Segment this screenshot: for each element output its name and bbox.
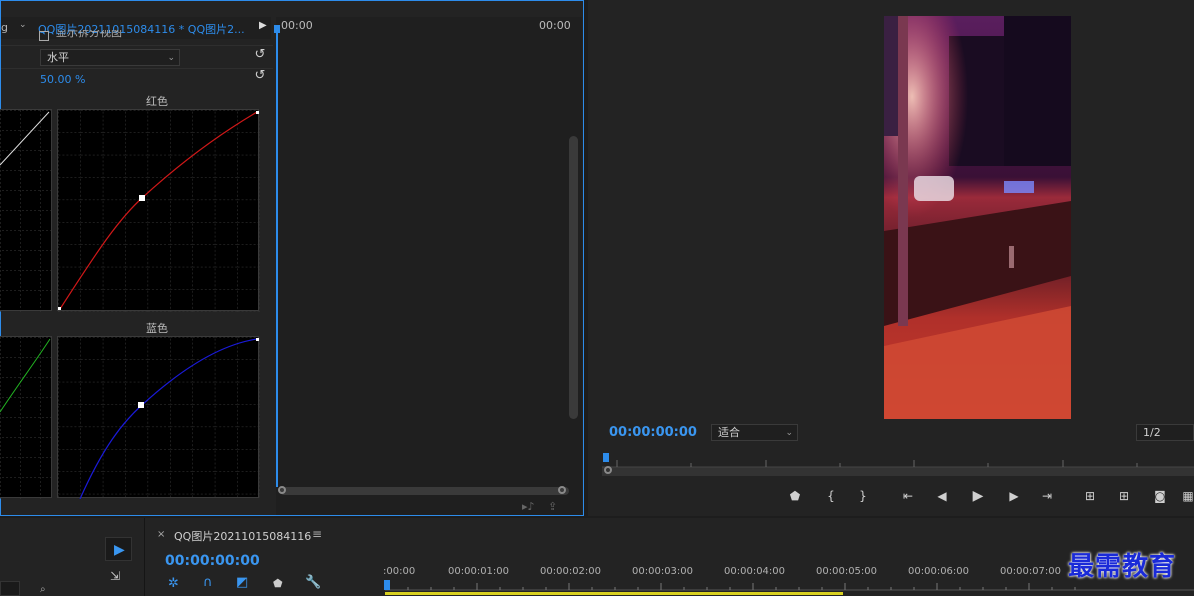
tab-partial[interactable]: g [1,21,8,34]
audio-filter-icon[interactable]: ▸♪ [522,500,535,513]
mark-in-icon[interactable]: { [823,489,839,503]
play-triangle-icon[interactable]: ▶ [259,20,267,31]
ruler-label: 00:00:03:00 [632,566,694,577]
red-curve-label: 红色 [146,95,168,108]
scroll-handle-left[interactable] [278,486,286,494]
folder-search-icon[interactable]: ⌕ [40,584,46,595]
reset-icon[interactable]: ↺ [253,69,267,83]
fit-dropdown-value: 适合 [718,426,740,439]
program-monitor: 00:00:00:00 适合 ⌄ 1/2 ⬟ { } ⇤ ◀ ▶ ▶ ⇥ ⊞ ⊞… [588,0,1194,516]
search-box[interactable] [0,581,20,596]
work-area-bar[interactable] [385,592,843,595]
red-curve-point[interactable] [139,195,145,201]
luma-curve-box[interactable] [0,109,53,312]
extract-icon[interactable]: ⊞ [1116,489,1132,503]
add-marker-tool-icon[interactable]: ◩ [236,575,248,590]
split-percent-value[interactable]: 50.00 % [40,73,85,86]
camera-icon[interactable]: ◙ [1152,489,1168,503]
blue-curve-label: 蓝色 [146,322,168,335]
watermark: 最需教育 [1068,552,1177,582]
effect-time-start: 00:00 [281,19,313,32]
program-playhead[interactable] [603,453,609,462]
add-marker-icon[interactable]: ⬟ [787,489,803,503]
vertical-scrollbar[interactable] [569,136,578,419]
effect-playhead[interactable] [276,27,278,487]
timeline-playhead[interactable] [384,580,390,590]
go-to-in-icon[interactable]: ⇤ [900,489,916,503]
close-icon[interactable]: × [157,529,165,540]
resolution-dropdown-value: 1/2 [1143,426,1161,439]
timeline-panel: ⌕ ▶ ⇲ × QQ图片20211015084116 ≡ 00:00:00:00… [0,518,1194,596]
ruler-label: 00:00:06:00 [908,566,970,577]
step-forward-icon[interactable]: ▶ [1006,489,1022,503]
chevron-down-icon: ⌄ [785,428,793,438]
ruler-label: 00:00:07:00 [1000,566,1062,577]
horizontal-scrollbar[interactable] [280,487,569,495]
selection-tool[interactable]: ▶ [105,537,132,561]
program-scrub-bar[interactable] [602,467,1194,476]
timeline-timecode[interactable]: 00:00:00:00 [165,553,260,569]
layout-dropdown[interactable]: 水平 ⌄ [40,49,180,66]
export-icon[interactable]: ⇪ [548,500,557,513]
wrench-icon[interactable]: 🔧 [305,575,321,590]
selection-arrow-icon: ▶ [114,542,125,558]
step-back-icon[interactable]: ◀ [934,489,950,503]
track-select-icon[interactable]: ⇲ [110,569,120,583]
panel-menu-icon[interactable]: ≡ [312,527,322,541]
scroll-handle-right[interactable] [558,486,566,494]
blue-curve-box[interactable] [57,336,260,499]
ruler-label: 00:00:04:00 [724,566,786,577]
effect-playhead-handle[interactable] [274,25,280,33]
blue-curve-point[interactable] [138,402,144,408]
program-timecode[interactable]: 00:00:00:00 [609,425,697,440]
ruler-label: 00:00:01:00 [448,566,510,577]
button-editor-icon[interactable]: ▦ [1180,489,1194,503]
play-icon[interactable]: ▶ [970,489,986,503]
effect-controls-panel: g ⌄ QQ图片20211015084116 * QQ图片2... ▶ 00:0… [0,0,584,516]
go-to-out-icon[interactable]: ⇥ [1039,489,1055,503]
chevron-down-icon: ⌄ [167,53,175,63]
fit-dropdown[interactable]: 适合 ⌄ [711,424,798,441]
green-curve-box[interactable] [0,336,53,499]
mark-out-icon[interactable]: } [855,489,871,503]
snap-icon[interactable]: ✲ [168,576,179,591]
effect-time-end: 00:00 [539,19,571,32]
video-preview [884,16,1071,419]
ruler-label: :00:00 [383,566,416,577]
split-view-checkbox[interactable] [39,31,49,41]
ruler-label: 00:00:02:00 [540,566,602,577]
red-curve-box[interactable] [57,109,260,312]
program-ruler[interactable] [602,458,1194,468]
effect-timeline-area [276,17,582,515]
lift-icon[interactable]: ⊞ [1082,489,1098,503]
sequence-tab[interactable]: QQ图片20211015084116 [174,528,311,544]
linked-selection-icon[interactable]: ∩ [203,575,213,590]
row-divider [1,45,273,46]
zoom-handle[interactable] [604,466,612,474]
row-divider [1,68,273,69]
chevron-down-icon[interactable]: ⌄ [19,20,27,30]
marker-icon[interactable]: ⬟ [273,577,283,590]
reset-icon[interactable]: ↺ [253,48,267,62]
ruler-label: 00:00:05:00 [816,566,878,577]
layout-dropdown-value: 水平 [47,51,69,64]
split-view-label: 显示拆分视图 [56,30,122,39]
resolution-dropdown[interactable]: 1/2 [1136,424,1194,441]
